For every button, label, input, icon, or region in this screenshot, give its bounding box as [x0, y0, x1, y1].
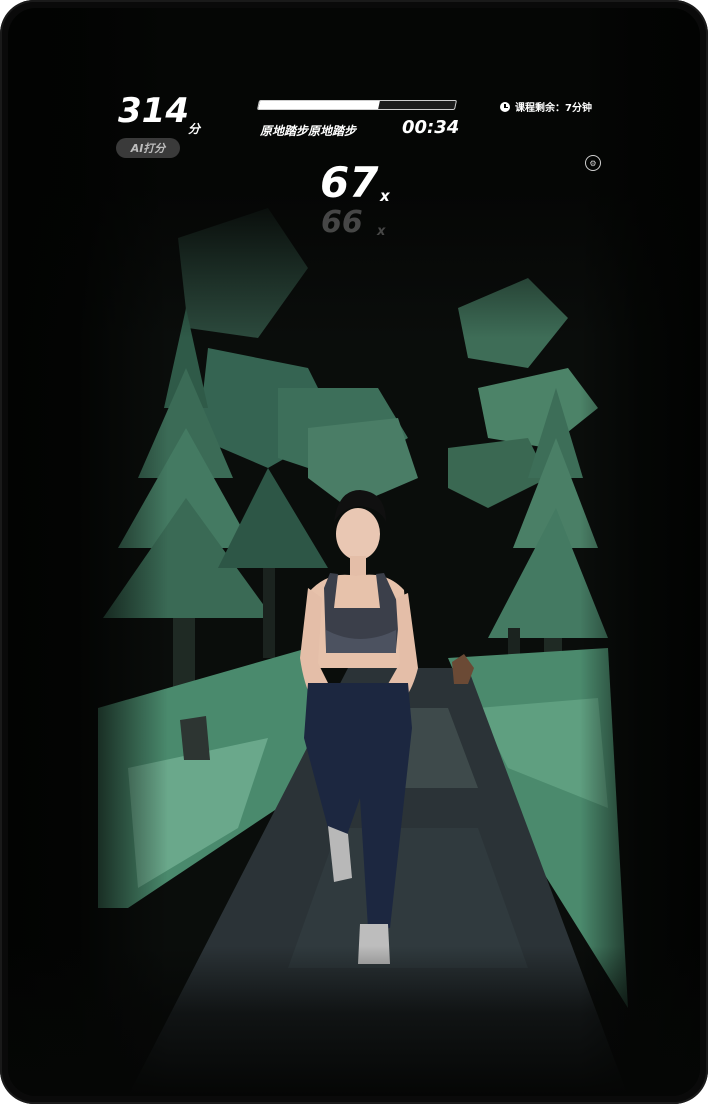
left-vignette: [8, 8, 168, 1096]
ai-score-badge: AI打分: [116, 138, 180, 158]
course-remaining: 课程剩余：7分钟: [500, 99, 592, 114]
settings-button[interactable]: ⚙: [585, 155, 601, 171]
video-screen: 314 分 AI打分 原地踏步原地踏步 00:34 课程剩余：7分钟 ⚙ 67 …: [8, 8, 700, 1096]
exercise-timer: 00:34: [402, 117, 460, 138]
score-unit: 分: [188, 122, 201, 136]
right-vignette: [580, 8, 700, 1096]
rep-count: 67: [320, 158, 379, 207]
clock-icon: [500, 101, 510, 112]
device-frame: 314 分 AI打分 原地踏步原地踏步 00:34 课程剩余：7分钟 ⚙ 67 …: [0, 0, 708, 1104]
settings-icon: ⚙: [589, 158, 597, 168]
rep-count-unit: x: [380, 187, 390, 205]
previous-rep-count: 66: [321, 205, 363, 240]
exercise-progress-bar: [256, 100, 458, 110]
exercise-name: 原地踏步原地踏步: [260, 124, 357, 138]
course-remaining-label: 课程剩余：7分钟: [515, 103, 592, 114]
previous-rep-count-unit: x: [377, 224, 386, 239]
exercise-progress-fill: [258, 101, 380, 109]
score-value: 314: [118, 91, 189, 131]
bottom-vignette: [8, 946, 700, 1096]
